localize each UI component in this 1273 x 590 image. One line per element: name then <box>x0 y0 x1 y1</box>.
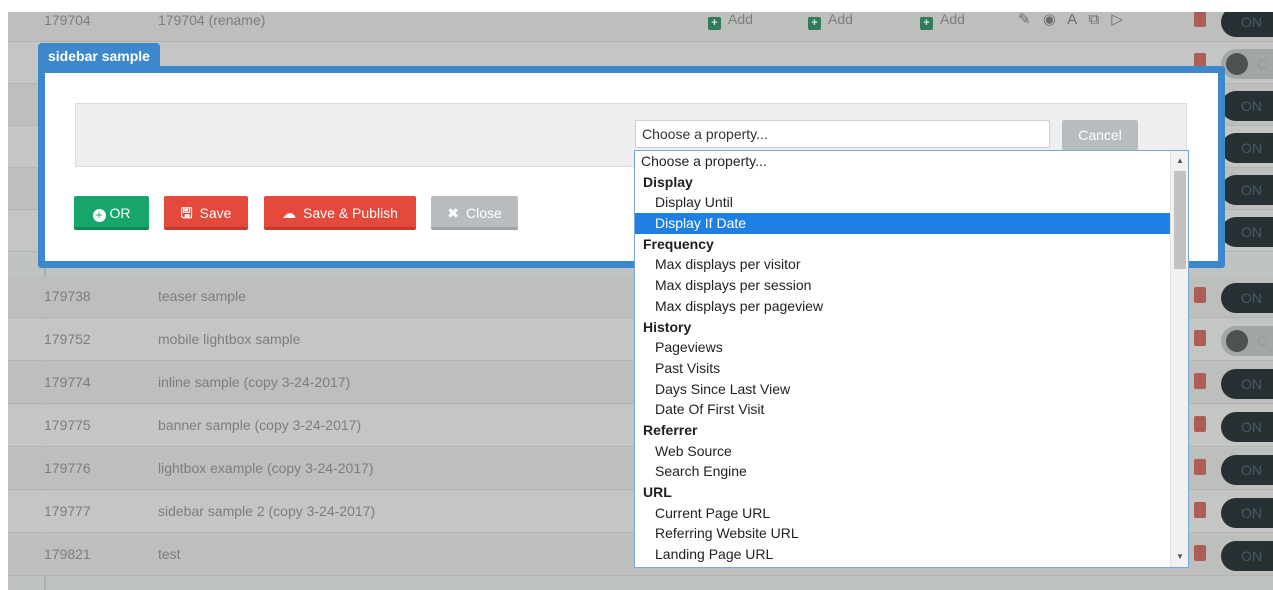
dropdown-scrollbar[interactable]: ▲ ▼ <box>1170 151 1188 567</box>
option-group-label: Frequency <box>643 235 714 252</box>
dropdown-option[interactable]: Max displays per session <box>635 275 1171 296</box>
dropdown-option[interactable]: Landing Page URL <box>635 544 1171 565</box>
dropdown-option[interactable]: Days Since Last View <box>635 379 1171 400</box>
close-button-label: Close <box>465 205 502 221</box>
dropdown-option[interactable]: Pageviews <box>635 337 1171 358</box>
scroll-down-arrow-icon[interactable]: ▼ <box>1171 549 1188 565</box>
save-button-label: Save <box>199 205 232 221</box>
dropdown-option[interactable]: Search Engine <box>635 461 1171 482</box>
dropdown-option[interactable]: Referring Website URL <box>635 523 1171 544</box>
dropdown-option[interactable]: Max displays per pageview <box>635 296 1171 317</box>
option-group-label: Display <box>643 173 693 190</box>
dropdown-option[interactable]: Current Page URL <box>635 503 1171 524</box>
dropdown-option[interactable]: Max displays per visitor <box>635 254 1171 275</box>
close-button[interactable]: ✖ Close <box>431 196 518 230</box>
property-select[interactable]: Choose a property... <box>635 120 1050 148</box>
dropdown-option[interactable]: Date Of First Visit <box>635 399 1171 420</box>
or-button-label: OR <box>109 205 131 221</box>
close-icon: ✖ <box>447 205 459 221</box>
dropdown-option[interactable]: Display Until <box>635 192 1171 213</box>
save-publish-button-label: Save & Publish <box>303 205 398 221</box>
dropdown-option[interactable]: Choose a property... <box>635 151 1171 172</box>
cloud-upload-icon: ☁ <box>282 205 297 221</box>
floppy-disk-icon: 🖫 <box>180 205 193 221</box>
save-button[interactable]: 🖫 Save <box>164 196 248 230</box>
cancel-button[interactable]: Cancel <box>1062 120 1138 150</box>
plus-circle-icon: + <box>92 209 106 222</box>
save-publish-button[interactable]: ☁ Save & Publish <box>264 196 416 230</box>
or-button[interactable]: + OR <box>74 196 149 230</box>
option-group-label: URL <box>643 484 672 500</box>
dropdown-option[interactable]: Display If Date <box>635 213 1171 234</box>
option-group-label: Referrer <box>643 421 698 438</box>
option-group-label: History <box>643 318 692 335</box>
property-dropdown-list[interactable]: Choose a property... Display Display Until… <box>634 150 1189 568</box>
scrollbar-thumb[interactable] <box>1174 171 1186 269</box>
dropdown-options: Choose a property... Display Display Until… <box>635 151 1171 565</box>
dropdown-option[interactable]: Web Source <box>635 441 1171 462</box>
dropdown-option[interactable]: Past Visits <box>635 358 1171 379</box>
scroll-up-arrow-icon[interactable]: ▲ <box>1171 153 1188 169</box>
